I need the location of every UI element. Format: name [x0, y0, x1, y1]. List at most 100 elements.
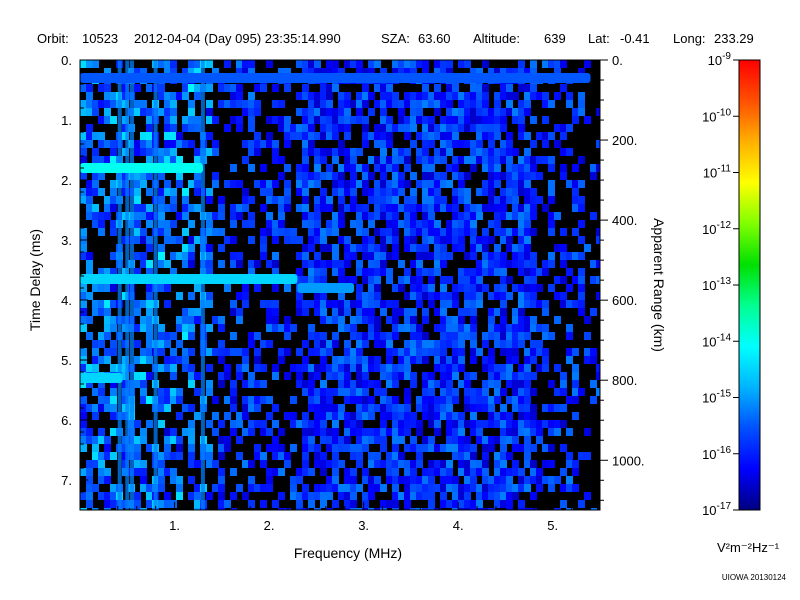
heatmap-cell	[464, 444, 471, 452]
heatmap-cell	[392, 420, 399, 428]
heatmap-cell	[86, 108, 93, 116]
heatmap-cell	[392, 500, 399, 508]
heatmap-cell	[488, 132, 495, 140]
heatmap-cell	[530, 388, 537, 396]
heatmap-cell	[410, 244, 417, 252]
heatmap-cell	[134, 196, 141, 204]
heatmap-cell	[506, 180, 513, 188]
heatmap-cell	[344, 348, 351, 356]
heatmap-cell	[146, 444, 153, 452]
heatmap-cell	[446, 276, 453, 284]
heatmap-cell	[296, 380, 303, 388]
heatmap-cell	[386, 204, 393, 212]
heatmap-cell	[92, 388, 99, 396]
heatmap-cell	[452, 388, 459, 396]
heatmap-cell	[416, 100, 423, 108]
heatmap-cell	[170, 140, 177, 148]
heatmap-cell	[452, 428, 459, 436]
heatmap-cell	[464, 492, 471, 500]
heatmap-cell	[86, 484, 93, 492]
heatmap-cell	[86, 428, 93, 436]
heatmap-cell	[224, 436, 231, 444]
heatmap-cell	[506, 92, 513, 100]
heatmap-cell	[98, 404, 105, 412]
heatmap-cell	[422, 436, 429, 444]
heatmap-cell	[266, 316, 273, 324]
heatmap-cell	[470, 212, 477, 220]
heatmap-cell	[302, 244, 309, 252]
heatmap-cell	[158, 348, 165, 356]
heatmap-cell	[314, 148, 321, 156]
heatmap-cell	[416, 420, 423, 428]
heatmap-cell	[110, 284, 117, 292]
heatmap-cell	[140, 108, 147, 116]
heatmap-cell	[110, 492, 117, 500]
heatmap-cell	[86, 260, 93, 268]
heatmap-cell	[542, 60, 549, 68]
heatmap-cell	[164, 500, 171, 508]
heatmap-cell	[170, 116, 177, 124]
heatmap-cell	[566, 252, 573, 260]
heatmap-cell	[440, 300, 447, 308]
heatmap-cell	[548, 484, 555, 492]
colorbar-tick-label: 10-17	[702, 501, 731, 518]
heatmap-cell	[416, 220, 423, 228]
heatmap-cell	[446, 220, 453, 228]
heatmap-cell	[194, 156, 201, 164]
heatmap-cell	[362, 372, 369, 380]
heatmap-cell	[452, 476, 459, 484]
heatmap-cell	[446, 180, 453, 188]
heatmap-cell	[374, 252, 381, 260]
heatmap-cell	[266, 476, 273, 484]
heatmap-cell	[416, 428, 423, 436]
heatmap-cell	[512, 324, 519, 332]
heatmap-cell	[578, 204, 585, 212]
heatmap-cell	[566, 452, 573, 460]
heatmap-cell	[476, 132, 483, 140]
heatmap-cell	[332, 500, 339, 508]
heatmap-cell	[518, 100, 525, 108]
heatmap-cell	[266, 132, 273, 140]
heatmap-cell	[470, 84, 477, 92]
heatmap-cell	[362, 180, 369, 188]
heatmap-cell	[146, 220, 153, 228]
heatmap-cell	[170, 476, 177, 484]
heatmap-cell	[314, 308, 321, 316]
heatmap-cell	[398, 412, 405, 420]
heatmap-cell	[566, 428, 573, 436]
heatmap-cell	[452, 348, 459, 356]
heatmap-cell	[326, 300, 333, 308]
heatmap-cell	[518, 444, 525, 452]
heatmap-cell	[476, 468, 483, 476]
heatmap-cell	[422, 212, 429, 220]
heatmap-cell	[284, 188, 291, 196]
heatmap-cell	[212, 180, 219, 188]
heatmap-cell	[572, 388, 579, 396]
colorbar-tick-label: 10-12	[702, 220, 731, 237]
heatmap-cell	[488, 396, 495, 404]
heatmap-cell	[338, 100, 345, 108]
heatmap-cell	[458, 276, 465, 284]
heatmap-cell	[440, 356, 447, 364]
heatmap-cell	[284, 124, 291, 132]
heatmap-cell	[326, 108, 333, 116]
heatmap-cell	[368, 476, 375, 484]
heatmap-cell	[356, 348, 363, 356]
heatmap-cell	[464, 460, 471, 468]
heatmap-cell	[578, 100, 585, 108]
heatmap-cell	[368, 404, 375, 412]
heatmap-cell	[296, 180, 303, 188]
heatmap-cell	[242, 188, 249, 196]
heatmap-cell	[458, 468, 465, 476]
heatmap-cell	[404, 116, 411, 124]
heatmap-cell	[188, 332, 195, 340]
heatmap-cell	[188, 492, 195, 500]
heatmap-cell	[464, 500, 471, 508]
y2-tick-label: 800.	[612, 373, 637, 388]
heatmap-cell	[470, 92, 477, 100]
heatmap-cell	[482, 60, 489, 68]
heatmap-cell	[92, 220, 99, 228]
heatmap-cell	[440, 348, 447, 356]
heatmap-cell	[308, 396, 315, 404]
heatmap-cell	[158, 260, 165, 268]
